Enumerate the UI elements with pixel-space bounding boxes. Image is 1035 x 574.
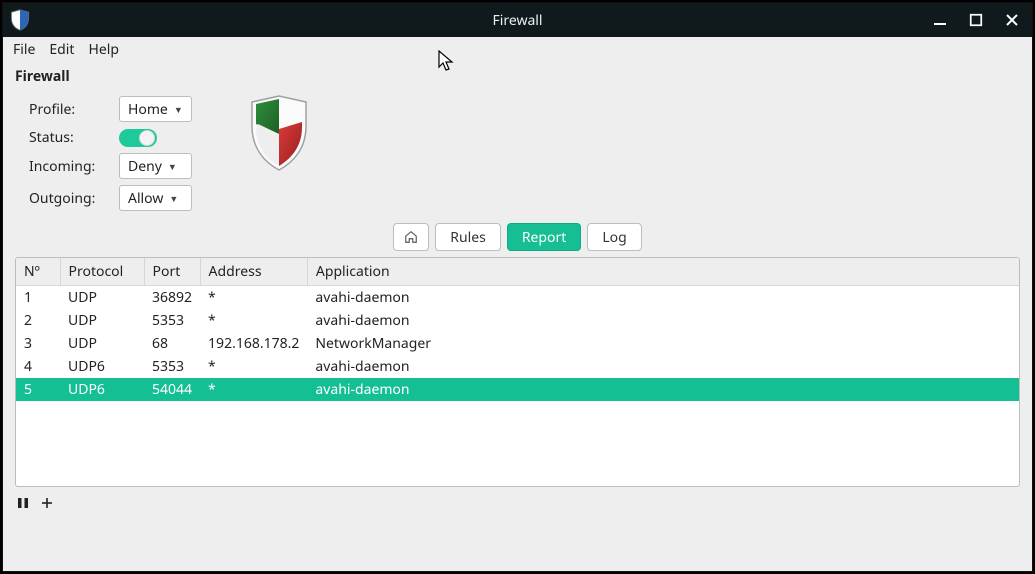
tab-bar: Rules Report Log [3, 223, 1032, 251]
pause-button[interactable] [17, 495, 29, 514]
col-address[interactable]: Address [200, 258, 307, 286]
table-row[interactable]: 2UDP5353*avahi-daemon [16, 309, 1019, 332]
profile-select[interactable]: Home ▼ [119, 96, 192, 122]
cell-port: 36892 [144, 286, 200, 310]
footer-toolbar [3, 491, 1032, 522]
cell-address: * [200, 355, 307, 378]
chevron-down-icon: ▼ [169, 192, 178, 205]
cell-port: 54044 [144, 378, 200, 401]
cell-address: * [200, 286, 307, 310]
cell-port: 5353 [144, 355, 200, 378]
cell-n: 1 [16, 286, 60, 310]
cell-protocol: UDP [60, 286, 144, 310]
incoming-label: Incoming: [29, 157, 109, 176]
menu-help[interactable]: Help [88, 40, 119, 59]
profile-value: Home [128, 100, 168, 119]
profile-label: Profile: [29, 100, 109, 119]
table-row[interactable]: 5UDP654044*avahi-daemon [16, 378, 1019, 401]
tab-rules[interactable]: Rules [435, 223, 501, 251]
cell-app: avahi-daemon [307, 355, 1019, 378]
app-shield-icon [9, 9, 31, 31]
table-row[interactable]: 4UDP65353*avahi-daemon [16, 355, 1019, 378]
cell-n: 5 [16, 378, 60, 401]
cell-app: avahi-daemon [307, 286, 1019, 310]
outgoing-label: Outgoing: [29, 189, 109, 208]
outgoing-value: Allow [128, 189, 163, 208]
page-title: Firewall [3, 63, 1032, 88]
home-button[interactable] [393, 223, 429, 251]
add-button[interactable] [41, 495, 53, 514]
cell-n: 4 [16, 355, 60, 378]
col-n[interactable]: Nº [16, 258, 60, 286]
table-row[interactable]: 3UDP68192.168.178.2NetworkManager [16, 332, 1019, 355]
home-icon [404, 230, 418, 244]
col-port[interactable]: Port [144, 258, 200, 286]
titlebar[interactable]: Firewall [3, 3, 1032, 37]
tab-log[interactable]: Log [587, 223, 641, 251]
cell-app: avahi-daemon [307, 309, 1019, 332]
cell-protocol: UDP6 [60, 355, 144, 378]
app-window: Firewall File Edit Help Firewall Profile… [2, 2, 1033, 572]
incoming-value: Deny [128, 157, 162, 176]
close-button[interactable] [1002, 10, 1022, 30]
cell-address: * [200, 378, 307, 401]
cell-app: NetworkManager [307, 332, 1019, 355]
cell-port: 5353 [144, 309, 200, 332]
settings-area: Profile: Home ▼ Status: Incoming: Deny ▼… [3, 88, 1032, 217]
cell-n: 2 [16, 309, 60, 332]
incoming-select[interactable]: Deny ▼ [119, 153, 192, 179]
table-header: Nº Protocol Port Address Application [16, 258, 1019, 286]
menu-edit[interactable]: Edit [49, 40, 74, 59]
chevron-down-icon: ▼ [174, 103, 183, 116]
cell-app: avahi-daemon [307, 378, 1019, 401]
cell-protocol: UDP [60, 309, 144, 332]
cell-protocol: UDP [60, 332, 144, 355]
menubar: File Edit Help [3, 37, 1032, 63]
outgoing-select[interactable]: Allow ▼ [119, 185, 192, 211]
tab-report[interactable]: Report [507, 223, 582, 251]
status-label: Status: [29, 128, 109, 147]
chevron-down-icon: ▼ [168, 160, 177, 173]
firewall-shield-icon [248, 94, 310, 176]
minimize-button[interactable] [930, 10, 950, 30]
maximize-button[interactable] [966, 10, 986, 30]
window-controls [930, 10, 1026, 30]
cell-n: 3 [16, 332, 60, 355]
report-table: Nº Protocol Port Address Application 1UD… [15, 257, 1020, 487]
cell-address: * [200, 309, 307, 332]
toggle-knob [139, 130, 155, 146]
cell-protocol: UDP6 [60, 378, 144, 401]
table-row[interactable]: 1UDP36892*avahi-daemon [16, 286, 1019, 310]
cell-port: 68 [144, 332, 200, 355]
pause-icon [17, 497, 29, 509]
cell-address: 192.168.178.2 [200, 332, 307, 355]
col-app[interactable]: Application [307, 258, 1019, 286]
col-protocol[interactable]: Protocol [60, 258, 144, 286]
plus-icon [41, 497, 53, 509]
menu-file[interactable]: File [13, 40, 35, 59]
status-toggle[interactable] [119, 129, 157, 147]
window-title: Firewall [3, 11, 1032, 30]
